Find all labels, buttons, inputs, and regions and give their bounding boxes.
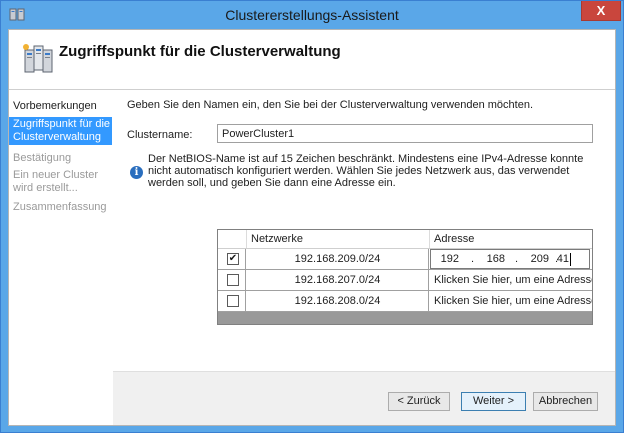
ip-octet-1[interactable]: 192: [433, 253, 459, 265]
nav-step-label: Ein neuer Cluster wird erstellt...: [13, 169, 98, 194]
cluster-servers-icon: [23, 44, 53, 73]
window-title: Clustererstellungs-Assistent: [225, 7, 399, 23]
nav-step-label: Bestätigung: [13, 152, 72, 164]
nav-step-vorbemerkungen[interactable]: Vorbemerkungen: [9, 100, 112, 113]
network-cell: 192.168.208.0/24: [247, 291, 429, 311]
nav-step-label: Zugriffspunkt für die Clusterverwaltung: [13, 118, 111, 143]
table-row[interactable]: 192.168.207.0/24 Klicken Sie hier, um ei…: [218, 270, 592, 291]
cluster-name-input[interactable]: [217, 124, 593, 143]
checkbox-cell: ✔: [218, 249, 246, 269]
ip-address-input[interactable]: 192 . 168 . 209 . 41: [430, 249, 590, 269]
wizard-content: Geben Sie den Namen ein, den Sie bei der…: [113, 91, 615, 371]
grid-header-networks[interactable]: Netzwerke: [247, 230, 430, 248]
wizard-footer: < Zurück Weiter > Abbrechen: [113, 371, 615, 425]
text-caret: [570, 253, 571, 266]
network-checkbox[interactable]: [227, 295, 239, 307]
wizard-body: Zugriffspunkt für die Clusterverwaltung …: [8, 29, 616, 426]
ip-octet-4[interactable]: 41: [543, 253, 569, 265]
ip-octet-2[interactable]: 168: [479, 253, 505, 265]
ip-dot: .: [515, 253, 519, 265]
table-row[interactable]: 192.168.208.0/24 Klicken Sie hier, um ei…: [218, 291, 592, 312]
info-message: Der NetBIOS-Name ist auf 15 Zeichen besc…: [148, 153, 584, 189]
wizard-window: Clustererstellungs-Assistent X Zugriffsp…: [0, 0, 624, 433]
title-bar[interactable]: Clustererstellungs-Assistent X: [1, 1, 623, 29]
address-placeholder-cell[interactable]: Klicken Sie hier, um eine Adresse e...: [430, 270, 592, 290]
cancel-button[interactable]: Abbrechen: [533, 392, 598, 411]
ip-dot: .: [471, 253, 475, 265]
window-frame-right: [616, 29, 623, 432]
network-checkbox[interactable]: ✔: [227, 253, 239, 265]
info-icon: i: [130, 166, 143, 179]
nav-step-zugriffspunkt[interactable]: Zugriffspunkt für die Clusterverwaltung: [9, 117, 112, 145]
wizard-steps-nav: Vorbemerkungen Zugriffspunkt für die Clu…: [9, 91, 113, 425]
table-row[interactable]: ✔ 192.168.209.0/24 192 . 168 . 209 . 41: [218, 249, 592, 270]
nav-step-label: Zusammenfassung: [13, 201, 107, 213]
nav-step-erstellen: Ein neuer Cluster wird erstellt...: [9, 169, 113, 195]
nav-step-zusammenfassung: Zusammenfassung: [9, 201, 112, 214]
checkbox-cell: [218, 291, 246, 311]
checkbox-cell: [218, 270, 246, 290]
intro-text: Geben Sie den Namen ein, den Sie bei der…: [127, 99, 534, 111]
nav-step-label: Vorbemerkungen: [13, 100, 97, 112]
close-button[interactable]: X: [581, 1, 621, 21]
window-frame-bottom: [1, 426, 623, 432]
next-button[interactable]: Weiter >: [461, 392, 526, 411]
checkmark-icon: ✔: [228, 253, 238, 264]
address-placeholder-cell[interactable]: Klicken Sie hier, um eine Adresse e...: [430, 291, 592, 311]
page-title: Zugriffspunkt für die Clusterverwaltung: [59, 43, 341, 60]
wizard-header: Zugriffspunkt für die Clusterverwaltung: [9, 30, 615, 90]
back-button[interactable]: < Zurück: [388, 392, 450, 411]
cluster-name-label: Clustername:: [127, 129, 193, 141]
grid-header: Netzwerke Adresse: [218, 230, 592, 249]
network-cell: 192.168.207.0/24: [247, 270, 429, 290]
network-cell: 192.168.209.0/24: [247, 249, 429, 269]
network-grid: Netzwerke Adresse ✔ 192.168.209.0/24 192…: [217, 229, 593, 325]
network-checkbox[interactable]: [227, 274, 239, 286]
grid-header-address[interactable]: Adresse: [430, 230, 592, 248]
window-frame-left: [1, 29, 8, 432]
grid-header-checkbox: [218, 230, 247, 248]
close-icon: X: [596, 3, 606, 18]
nav-step-bestaetigung: Bestätigung: [9, 152, 112, 165]
